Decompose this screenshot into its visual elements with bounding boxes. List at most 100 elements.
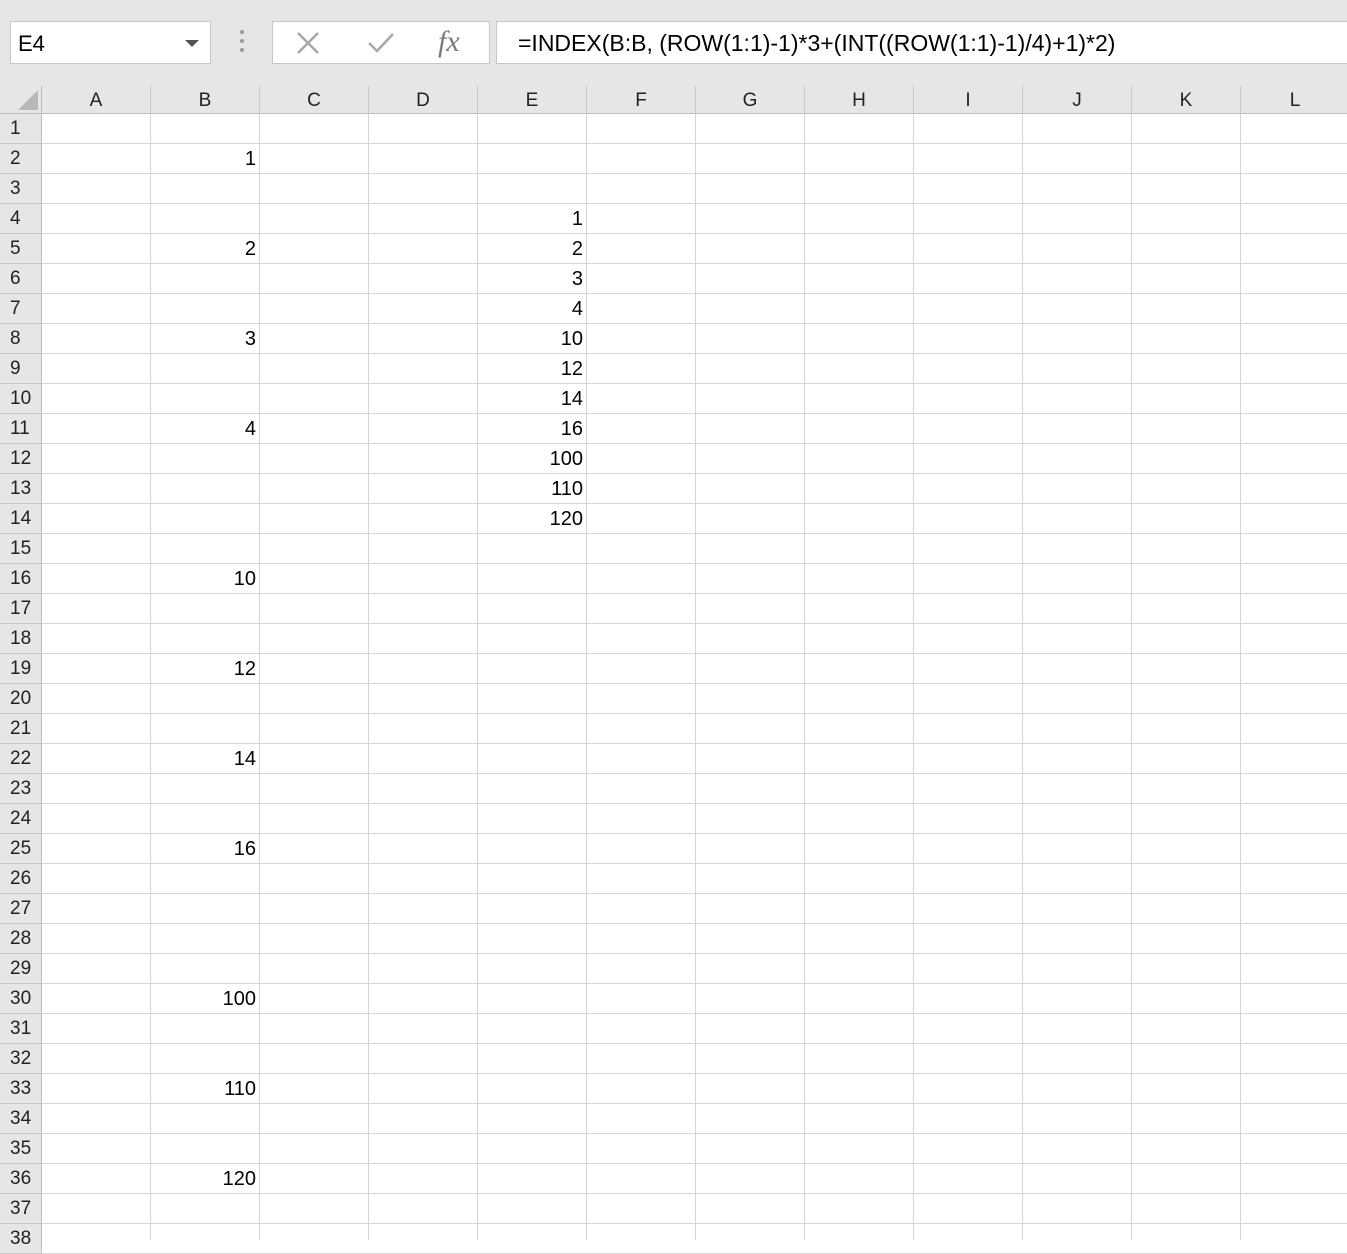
- row-header-7[interactable]: 7: [0, 294, 42, 324]
- cell-e11[interactable]: 16: [478, 414, 587, 444]
- formula-text[interactable]: =INDEX(B:B, (ROW(1:1)-1)*3+(INT((ROW(1:1…: [518, 30, 1115, 57]
- row-header-17[interactable]: 17: [0, 594, 42, 624]
- row-header-27[interactable]: 27: [0, 894, 42, 924]
- row-header-13[interactable]: 13: [0, 474, 42, 504]
- name-box[interactable]: E4: [10, 21, 211, 64]
- row-header-23[interactable]: 23: [0, 774, 42, 804]
- row-header-11[interactable]: 11: [0, 414, 42, 444]
- row-header-28[interactable]: 28: [0, 924, 42, 954]
- gridline-horizontal: [42, 383, 1347, 384]
- fx-icon[interactable]: fx: [438, 25, 460, 59]
- row-header-10[interactable]: 10: [0, 384, 42, 414]
- x-icon[interactable]: [295, 30, 321, 56]
- gridline-horizontal: [42, 1133, 1347, 1134]
- formula-input[interactable]: =INDEX(B:B, (ROW(1:1)-1)*3+(INT((ROW(1:1…: [496, 21, 1347, 64]
- row-header-36[interactable]: 36: [0, 1164, 42, 1194]
- row-header-35[interactable]: 35: [0, 1134, 42, 1164]
- gridline-vertical: [368, 114, 369, 1240]
- cell-b19[interactable]: 12: [151, 654, 260, 684]
- cell-b33[interactable]: 110: [151, 1074, 260, 1104]
- row-header-38[interactable]: 38: [0, 1224, 42, 1254]
- select-all-button[interactable]: [0, 86, 42, 114]
- row-header-6[interactable]: 6: [0, 264, 42, 294]
- gridline-horizontal: [42, 623, 1347, 624]
- cell-b5[interactable]: 2: [151, 234, 260, 264]
- row-header-9[interactable]: 9: [0, 354, 42, 384]
- row-header-3[interactable]: 3: [0, 174, 42, 204]
- row-header-30[interactable]: 30: [0, 984, 42, 1014]
- cell-b30[interactable]: 100: [151, 984, 260, 1014]
- gridline-horizontal: [42, 1223, 1347, 1224]
- gridline-horizontal: [42, 1043, 1347, 1044]
- cell-b8[interactable]: 3: [151, 324, 260, 354]
- cell-e9[interactable]: 12: [478, 354, 587, 384]
- cell-b11[interactable]: 4: [151, 414, 260, 444]
- row-header-16[interactable]: 16: [0, 564, 42, 594]
- row-header-8[interactable]: 8: [0, 324, 42, 354]
- row-header-5[interactable]: 5: [0, 234, 42, 264]
- row-header-31[interactable]: 31: [0, 1014, 42, 1044]
- column-header-a[interactable]: A: [42, 86, 151, 114]
- row-header-29[interactable]: 29: [0, 954, 42, 984]
- cell-e8[interactable]: 10: [478, 324, 587, 354]
- row-header-32[interactable]: 32: [0, 1044, 42, 1074]
- cell-e6[interactable]: 3: [478, 264, 587, 294]
- row-header-24[interactable]: 24: [0, 804, 42, 834]
- row-header-4[interactable]: 4: [0, 204, 42, 234]
- cell-e14[interactable]: 120: [478, 504, 587, 534]
- column-header-h[interactable]: H: [805, 86, 914, 114]
- cell-b2[interactable]: 1: [151, 144, 260, 174]
- gridline-vertical: [1022, 114, 1023, 1240]
- column-header-d[interactable]: D: [369, 86, 478, 114]
- gridline-vertical: [1131, 114, 1132, 1240]
- gridline-horizontal: [42, 713, 1347, 714]
- select-all-triangle-icon: [18, 90, 38, 110]
- cell-e7[interactable]: 4: [478, 294, 587, 324]
- cell-e5[interactable]: 2: [478, 234, 587, 264]
- column-header-f[interactable]: F: [587, 86, 696, 114]
- row-header-37[interactable]: 37: [0, 1194, 42, 1224]
- row-header-22[interactable]: 22: [0, 744, 42, 774]
- row-header-33[interactable]: 33: [0, 1074, 42, 1104]
- cell-b36[interactable]: 120: [151, 1164, 260, 1194]
- column-header-b[interactable]: B: [151, 86, 260, 114]
- row-header-14[interactable]: 14: [0, 504, 42, 534]
- row-header-2[interactable]: 2: [0, 144, 42, 174]
- gridline-vertical: [913, 114, 914, 1240]
- check-icon[interactable]: [366, 30, 396, 56]
- cell-b22[interactable]: 14: [151, 744, 260, 774]
- formula-buttons: fx: [272, 21, 490, 64]
- cell-e13[interactable]: 110: [478, 474, 587, 504]
- row-header-25[interactable]: 25: [0, 834, 42, 864]
- row-header-18[interactable]: 18: [0, 624, 42, 654]
- row-header-1[interactable]: 1: [0, 114, 42, 144]
- gridline-vertical: [1240, 114, 1241, 1240]
- column-header-e[interactable]: E: [478, 86, 587, 114]
- name-box-value[interactable]: E4: [18, 31, 45, 57]
- cell-e4[interactable]: 1: [478, 204, 587, 234]
- row-header-21[interactable]: 21: [0, 714, 42, 744]
- spreadsheet-grid[interactable]: A B C D E F G H I J K L 1 2 3 4 5 6 7 8 9 10 11 12 13 14 15 16 17 18 1…: [0, 86, 1347, 1254]
- column-header-j[interactable]: J: [1023, 86, 1132, 114]
- row-header-12[interactable]: 12: [0, 444, 42, 474]
- cell-b16[interactable]: 10: [151, 564, 260, 594]
- row-header-34[interactable]: 34: [0, 1104, 42, 1134]
- row-header-20[interactable]: 20: [0, 684, 42, 714]
- row-header-15[interactable]: 15: [0, 534, 42, 564]
- grip-dots-icon[interactable]: [239, 30, 245, 58]
- cell-e10[interactable]: 14: [478, 384, 587, 414]
- column-header-i[interactable]: I: [914, 86, 1023, 114]
- gridline-horizontal: [42, 293, 1347, 294]
- gridline-horizontal: [42, 203, 1347, 204]
- gridline-horizontal: [42, 923, 1347, 924]
- row-header-26[interactable]: 26: [0, 864, 42, 894]
- column-header-c[interactable]: C: [260, 86, 369, 114]
- row-header-19[interactable]: 19: [0, 654, 42, 684]
- column-header-k[interactable]: K: [1132, 86, 1241, 114]
- chevron-down-icon[interactable]: [185, 40, 199, 47]
- cell-b25[interactable]: 16: [151, 834, 260, 864]
- cell-e12[interactable]: 100: [478, 444, 587, 474]
- column-header-g[interactable]: G: [696, 86, 805, 114]
- column-header-l[interactable]: L: [1241, 86, 1347, 114]
- gridline-vertical: [695, 114, 696, 1240]
